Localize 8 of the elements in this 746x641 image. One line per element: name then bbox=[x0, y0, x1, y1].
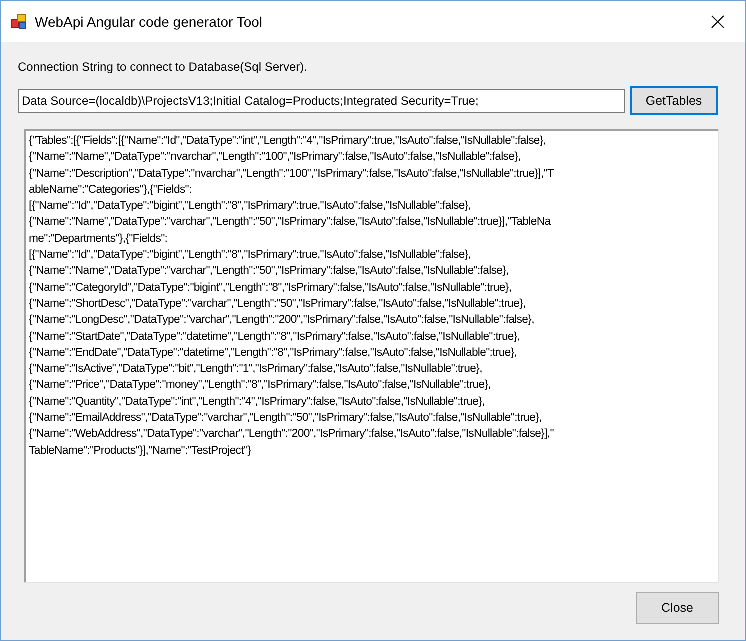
close-icon[interactable] bbox=[711, 14, 725, 28]
connection-string-field[interactable]: Data Source=(localdb)\ProjectsV13;Initial Catalog=Products;Integrated Security=True; bbox=[18, 88, 625, 112]
connection-string-label: Connection String to connect to Database(Sql Server). bbox=[18, 60, 308, 74]
get-tables-button[interactable]: GetTables bbox=[630, 86, 718, 115]
json-output-area[interactable]: {"Tables":[{"Fields":[{"Name":"Id","DataType":"int","Length":"4","IsPrimary":true,"IsAuto":false,"IsNullable":false}, {"Name":"Name","DataType":"nvarchar","Length":"100","IsPrimary":false,"IsAuto":false,"IsNullable":false}, {"Name":"Description","DataType":"nvarchar","Length":"100","IsPrimary":false,"IsAuto":false,"IsNullable":true}],"T ableName":"Categories"},{"Fields": [{"Name":"Id","DataType":"bigint","Length":"8","IsPrimary":true,"IsAuto":false,"IsNullable":false}, {"Name":"Name","DataType":"varchar","Length":"50","IsPrimary":false,"IsAuto":false,"IsNullable":true}],"TableNa me":"Departments"},{"Fields": [{"Name":"Id","DataType":"bigint","Length":"8","IsPrimary":true,"IsAuto":false,"IsNullable":false}, {"Name":"Name","DataType":"varchar","Length":"50","IsPrimary":false,"IsAuto":false,"IsNullable":false}, {"Name":"CategoryId","DataType":"bigint","Length":"8","IsPrimary":false,"IsAuto":false,"IsNullable":true}, {"Name":"ShortDesc","DataType":"varchar","Length":"50","IsPrimary":false,"IsAuto":false,"IsNullable":true}, {"Name":"LongDesc","DataType":"varchar","Length":"200","IsPrimary":false,"IsAuto":false,"IsNullable":false}, {"Name":"StartDate","DataType":"datetime","Length":"8","IsPrimary":false,"IsAuto":false,"IsNullable":true}, {"Name":"EndDate","DataType":"datetime","Length":"8","IsPrimary":false,"IsAuto":false,"IsNullable":true}, {"Name":"IsActive","DataType":"bit","Length":"1","IsPrimary":false,"IsAuto":false,"IsNullable":true}, {"Name":"Price","DataType":"money","Length":"8","IsPrimary":false,"IsAuto":false,"IsNullable":true}, {"Name":"Quantity","DataType":"int","Length":"4","IsPrimary":false,"IsAuto":false,"IsNullable":true}, {"Name":"EmailAddress","DataType":"varchar","Length":"50","IsPrimary":false,"IsAuto":false,"IsNullable":true}, {"Name":"WebAddress","DataType":"varchar","Length":"200","IsPrimary":false,"IsAuto":false,"IsNullable":false}]," TableName":"Products"}],"Name":"TestProject"} bbox=[24, 129, 719, 583]
close-button[interactable]: Close bbox=[636, 592, 719, 624]
window-title: WebApi Angular code generator Tool bbox=[35, 14, 264, 30]
app-icon bbox=[11, 14, 27, 30]
